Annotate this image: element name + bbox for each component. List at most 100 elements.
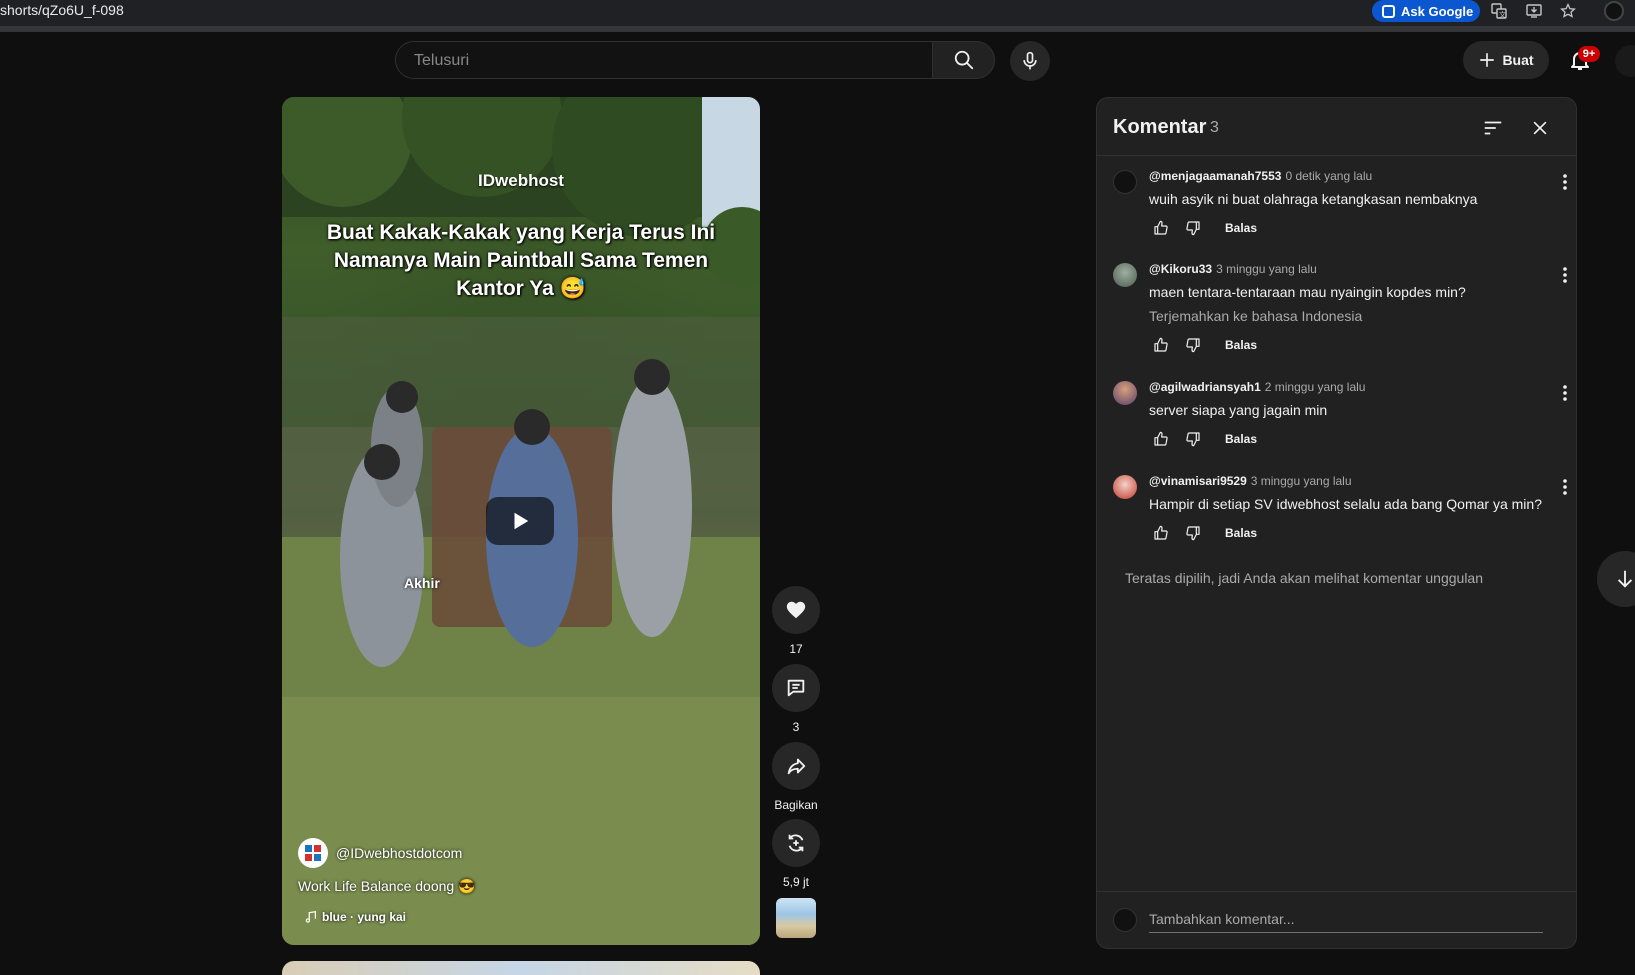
commenter-avatar[interactable] bbox=[1113, 170, 1137, 194]
like-action: 17 bbox=[772, 586, 820, 656]
channel-info: @IDwebhostdotcom bbox=[298, 838, 462, 868]
comments-title: Komentar bbox=[1113, 116, 1207, 138]
remix-icon bbox=[788, 834, 804, 852]
my-avatar bbox=[1113, 908, 1137, 932]
share-icon bbox=[787, 758, 806, 775]
svg-text:文: 文 bbox=[1499, 10, 1506, 19]
add-comment-bar bbox=[1097, 891, 1576, 949]
comment-more-icon[interactable] bbox=[1553, 381, 1577, 405]
thumbs-up-icon[interactable] bbox=[1149, 216, 1173, 240]
heart-icon bbox=[786, 601, 806, 619]
account-avatar[interactable] bbox=[1615, 45, 1635, 77]
comments-count: 3 bbox=[1210, 119, 1219, 136]
comment-more-icon[interactable] bbox=[1553, 170, 1577, 194]
comment-text: Hampir di setiap SV idwebhost selalu ada… bbox=[1149, 496, 1542, 512]
short-video-player[interactable]: IDwebhost Buat Kakak-Kakak yang Kerja Te… bbox=[282, 97, 760, 945]
video-overlay-label: Akhir bbox=[404, 575, 440, 591]
comment-time[interactable]: 3 minggu yang lalu bbox=[1216, 262, 1317, 276]
comment-meta: @vinamisari9529 3 minggu yang lalu bbox=[1149, 474, 1352, 488]
comment-author[interactable]: @vinamisari9529 bbox=[1149, 474, 1247, 488]
comment-text: wuih asyik ni buat olahraga ketangkasan … bbox=[1149, 191, 1478, 207]
microphone-icon bbox=[1023, 51, 1037, 70]
search-button[interactable] bbox=[932, 41, 995, 79]
next-video-button[interactable] bbox=[1597, 551, 1635, 607]
sort-icon[interactable] bbox=[1481, 116, 1505, 140]
video-caption: Work Life Balance doong 😎 bbox=[298, 878, 476, 894]
comment-time[interactable]: 2 minggu yang lalu bbox=[1265, 380, 1366, 394]
reply-button[interactable]: Balas bbox=[1225, 432, 1257, 446]
ask-google-button[interactable]: Ask Google bbox=[1372, 0, 1480, 22]
lens-icon bbox=[1382, 4, 1395, 18]
video-overlay-title: Buat Kakak-Kakak yang Kerja Terus Ini Na… bbox=[326, 221, 716, 300]
music-title: blue · yung kai bbox=[322, 910, 407, 924]
create-button[interactable]: Buat bbox=[1463, 41, 1549, 79]
sound-thumbnail[interactable] bbox=[776, 898, 816, 938]
create-label: Buat bbox=[1502, 52, 1534, 68]
search-input[interactable] bbox=[412, 50, 916, 72]
like-count: 17 bbox=[789, 642, 803, 656]
music-note-icon bbox=[305, 911, 316, 923]
remix-action: 5,9 jt bbox=[772, 819, 820, 889]
share-action: Bagikan bbox=[772, 742, 820, 812]
channel-name-link[interactable]: @IDwebhostdotcom bbox=[336, 845, 462, 861]
translate-link[interactable]: Terjemahkan ke bahasa Indonesia bbox=[1149, 308, 1362, 324]
install-app-icon[interactable] bbox=[1524, 1, 1544, 21]
comment-actions: Balas bbox=[1149, 216, 1257, 240]
thumbs-down-icon[interactable] bbox=[1181, 427, 1205, 451]
thumbs-up-icon[interactable] bbox=[1149, 333, 1173, 357]
comment-text: maen tentara-tentaraan mau nyaingin kopd… bbox=[1149, 284, 1466, 300]
bookmark-star-icon[interactable] bbox=[1558, 1, 1578, 21]
comment-button[interactable] bbox=[772, 664, 820, 712]
music-link[interactable]: blue · yung kai bbox=[304, 910, 406, 924]
close-icon[interactable] bbox=[1528, 116, 1552, 140]
comment-text: server siapa yang jagain min bbox=[1149, 402, 1328, 418]
reply-button[interactable]: Balas bbox=[1225, 338, 1257, 352]
search-icon bbox=[954, 50, 973, 70]
video-brand-watermark: IDwebhost bbox=[478, 171, 564, 190]
reply-button[interactable]: Balas bbox=[1225, 526, 1257, 540]
thumbs-down-icon[interactable] bbox=[1181, 216, 1205, 240]
thumbs-up-icon[interactable] bbox=[1149, 427, 1173, 451]
commenter-avatar[interactable] bbox=[1113, 475, 1137, 499]
reply-button[interactable]: Balas bbox=[1225, 221, 1257, 235]
commenter-avatar[interactable] bbox=[1113, 381, 1137, 405]
comment-author[interactable]: @menjagaamanah7553 bbox=[1149, 169, 1281, 183]
thumbs-down-icon[interactable] bbox=[1181, 333, 1205, 357]
comments-panel: Komentar 3 @menjagaamanah7553 0 detik yan… bbox=[1096, 97, 1577, 949]
comment-actions: Balas bbox=[1149, 427, 1257, 451]
address-bar-url[interactable]: shorts/qZo6U_f-098 bbox=[0, 2, 124, 18]
remix-count: 5,9 jt bbox=[782, 875, 809, 889]
comment-actions: Balas bbox=[1149, 521, 1257, 545]
thumbs-up-icon[interactable] bbox=[1149, 521, 1173, 545]
notification-badge: 9+ bbox=[1578, 46, 1600, 62]
comment-more-icon[interactable] bbox=[1553, 263, 1577, 287]
comment-meta: @Kikoru33 3 minggu yang lalu bbox=[1149, 262, 1317, 276]
share-label: Bagikan bbox=[774, 798, 818, 812]
comment-time[interactable]: 0 detik yang lalu bbox=[1285, 169, 1372, 183]
play-button[interactable] bbox=[486, 497, 554, 545]
browser-profile-avatar[interactable] bbox=[1604, 1, 1624, 21]
like-button[interactable] bbox=[772, 586, 820, 634]
thumbs-down-icon[interactable] bbox=[1181, 521, 1205, 545]
search-box bbox=[395, 41, 933, 79]
comment-meta: @menjagaamanah7553 0 detik yang lalu bbox=[1149, 169, 1372, 183]
translate-icon[interactable]: 文 bbox=[1489, 1, 1509, 21]
plus-icon bbox=[1480, 53, 1495, 67]
comment-author[interactable]: @agilwadriansyah1 bbox=[1149, 380, 1261, 394]
play-icon bbox=[514, 512, 529, 530]
comment-meta: @agilwadriansyah1 2 minggu yang lalu bbox=[1149, 380, 1365, 394]
remix-button[interactable] bbox=[772, 819, 820, 867]
comment-author[interactable]: @Kikoru33 bbox=[1149, 262, 1212, 276]
commenter-avatar[interactable] bbox=[1113, 263, 1137, 287]
next-short-preview[interactable] bbox=[282, 961, 760, 975]
comment-action: 3 bbox=[772, 664, 820, 734]
channel-avatar[interactable] bbox=[298, 838, 328, 868]
comment-time[interactable]: 3 minggu yang lalu bbox=[1251, 474, 1352, 488]
add-comment-input[interactable] bbox=[1149, 906, 1543, 933]
arrow-down-icon bbox=[1617, 570, 1633, 588]
browser-toolbar: shorts/qZo6U_f-098 Ask Google 文 bbox=[0, 0, 1635, 32]
comment-count: 3 bbox=[792, 720, 800, 734]
voice-search-button[interactable] bbox=[1010, 41, 1050, 81]
comment-more-icon[interactable] bbox=[1553, 475, 1577, 499]
share-button[interactable] bbox=[772, 742, 820, 790]
